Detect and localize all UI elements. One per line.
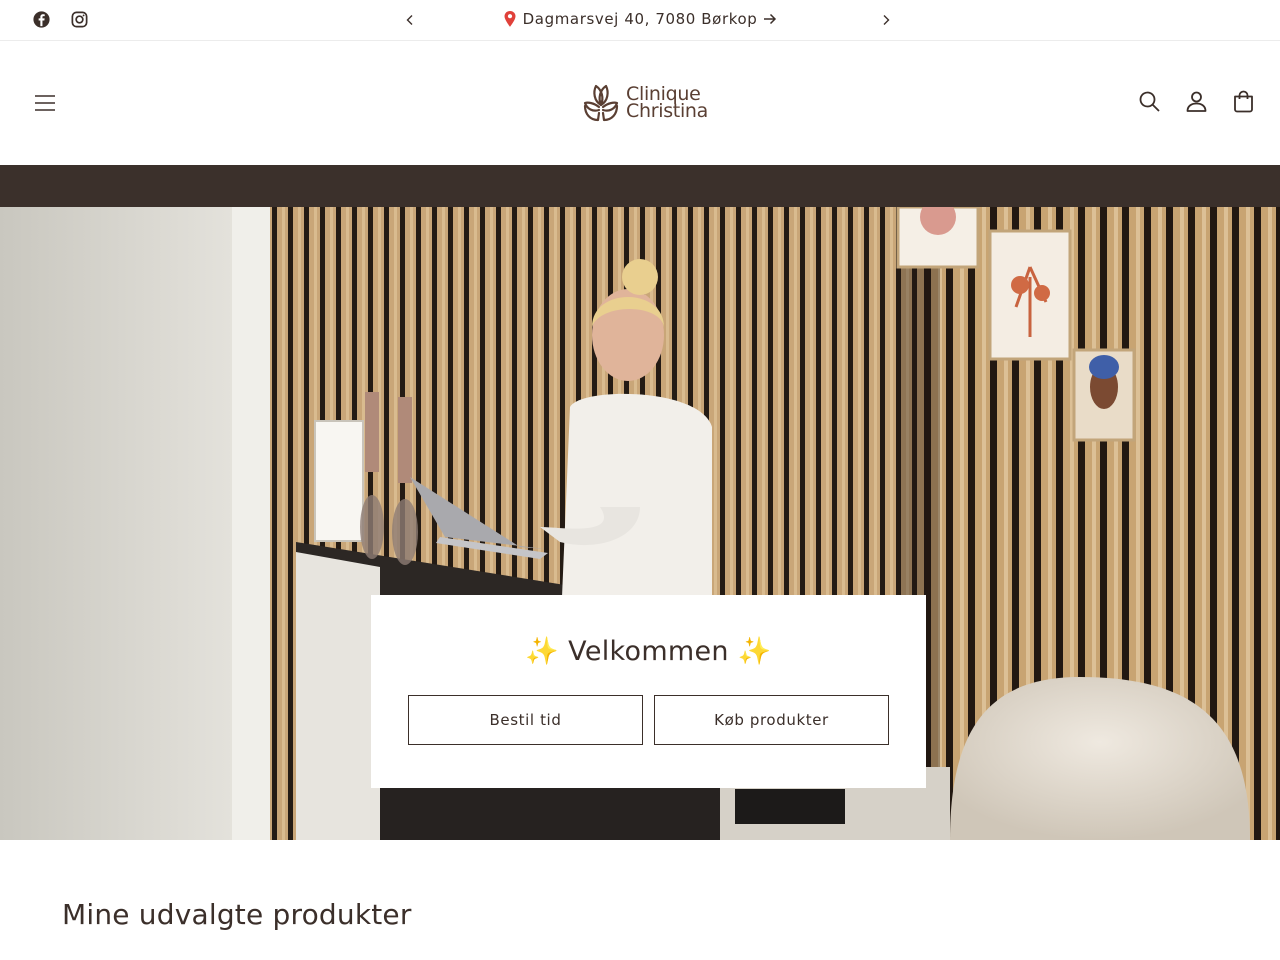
book-appointment-button[interactable]: Bestil tid <box>408 695 643 745</box>
announcement-next-button[interactable] <box>876 10 896 30</box>
announcement-bar: Dagmarsvej 40, 7080 Børkop <box>0 0 1280 41</box>
announcement-text: Dagmarsvej 40, 7080 Børkop <box>522 10 758 28</box>
buy-products-button[interactable]: Køb produkter <box>654 695 889 745</box>
chevron-right-icon <box>883 15 890 25</box>
account-icon[interactable] <box>1184 89 1209 114</box>
cart-icon[interactable] <box>1231 89 1256 114</box>
announcement-message: Dagmarsvej 40, 7080 Børkop <box>0 10 1280 32</box>
welcome-title: ✨ Velkommen ✨ <box>525 636 772 667</box>
hands-leaf-icon <box>583 84 619 122</box>
arrow-right-icon <box>764 13 777 25</box>
announcement-link[interactable]: Dagmarsvej 40, 7080 Børkop <box>503 10 778 28</box>
logo-line-2: Christina <box>626 100 709 122</box>
featured-products-title: Mine udvalgte produkter <box>62 898 412 931</box>
site-header: Clinique Christina <box>0 41 1280 165</box>
menu-icon <box>35 95 55 111</box>
search-icon[interactable] <box>1137 89 1162 114</box>
header-divider-band <box>0 165 1280 207</box>
site-logo[interactable]: Clinique Christina <box>582 83 708 123</box>
welcome-card: ✨ Velkommen ✨ Bestil tid Køb produkter <box>371 595 926 788</box>
menu-button[interactable] <box>33 92 57 114</box>
header-actions <box>1137 89 1256 114</box>
hero-buttons: Bestil tid Køb produkter <box>408 695 889 745</box>
pin-icon <box>504 11 516 27</box>
logo-wordmark: Clinique Christina <box>626 85 709 122</box>
